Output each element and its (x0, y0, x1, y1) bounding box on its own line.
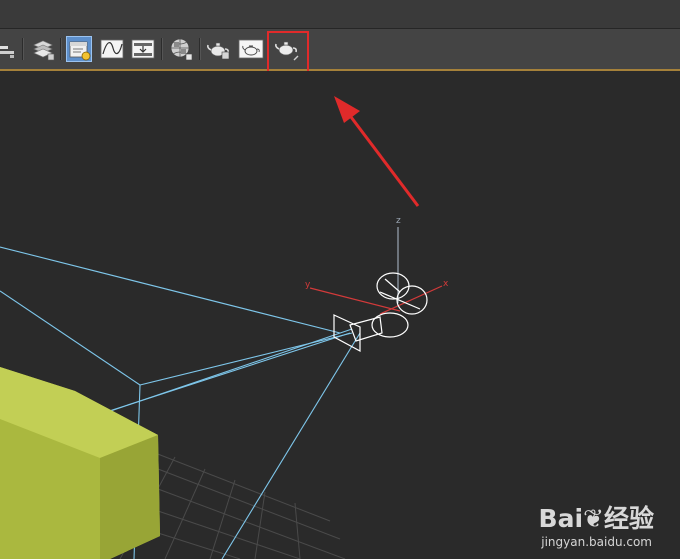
green-box-object (0, 367, 160, 559)
toolbar-separator (22, 38, 24, 60)
watermark-url: jingyan.baidu.com (541, 535, 652, 549)
render-setup-teapot-icon (207, 42, 230, 60)
rendered-frame-teapot-icon (238, 39, 264, 59)
scene-explorer-button[interactable] (66, 36, 92, 62)
layers-icon (33, 40, 55, 61)
material-editor-icon (170, 38, 193, 61)
watermark-logo: Bai❦经验 (538, 504, 654, 533)
curve-editor-button[interactable] (99, 36, 125, 62)
schematic-view-button[interactable] (130, 36, 156, 62)
material-editor-button[interactable] (168, 36, 194, 62)
baidu-jingyan-watermark: Bai❦经验 jingyan.baidu.com (514, 499, 654, 549)
viewport-scene: z y x (0, 96, 449, 559)
schematic-view-icon (131, 39, 155, 59)
perspective-viewport[interactable]: z y x Bai❦经验 jingyan.baidu.com (0, 71, 680, 559)
axis-label-x: x (443, 279, 449, 289)
annotation-arrow (334, 96, 420, 207)
layer-manager-button[interactable] (30, 36, 56, 62)
align-icon (0, 46, 14, 58)
toolbar-separator (60, 38, 62, 60)
scene-explorer-icon (69, 41, 91, 61)
rendered-frame-window-button[interactable] (238, 36, 264, 62)
toolbar-separator (161, 38, 163, 60)
render-setup-button[interactable] (206, 36, 232, 62)
camera-gizmo (309, 227, 443, 353)
align-tool-button[interactable] (0, 36, 20, 62)
axis-label-z: z (396, 216, 401, 226)
annotation-highlight-box (267, 31, 309, 75)
axis-label-y: y (305, 280, 311, 290)
main-toolbar (0, 29, 680, 71)
menu-bar (0, 0, 680, 29)
curve-editor-icon (100, 39, 124, 59)
toolbar-separator (199, 38, 201, 60)
